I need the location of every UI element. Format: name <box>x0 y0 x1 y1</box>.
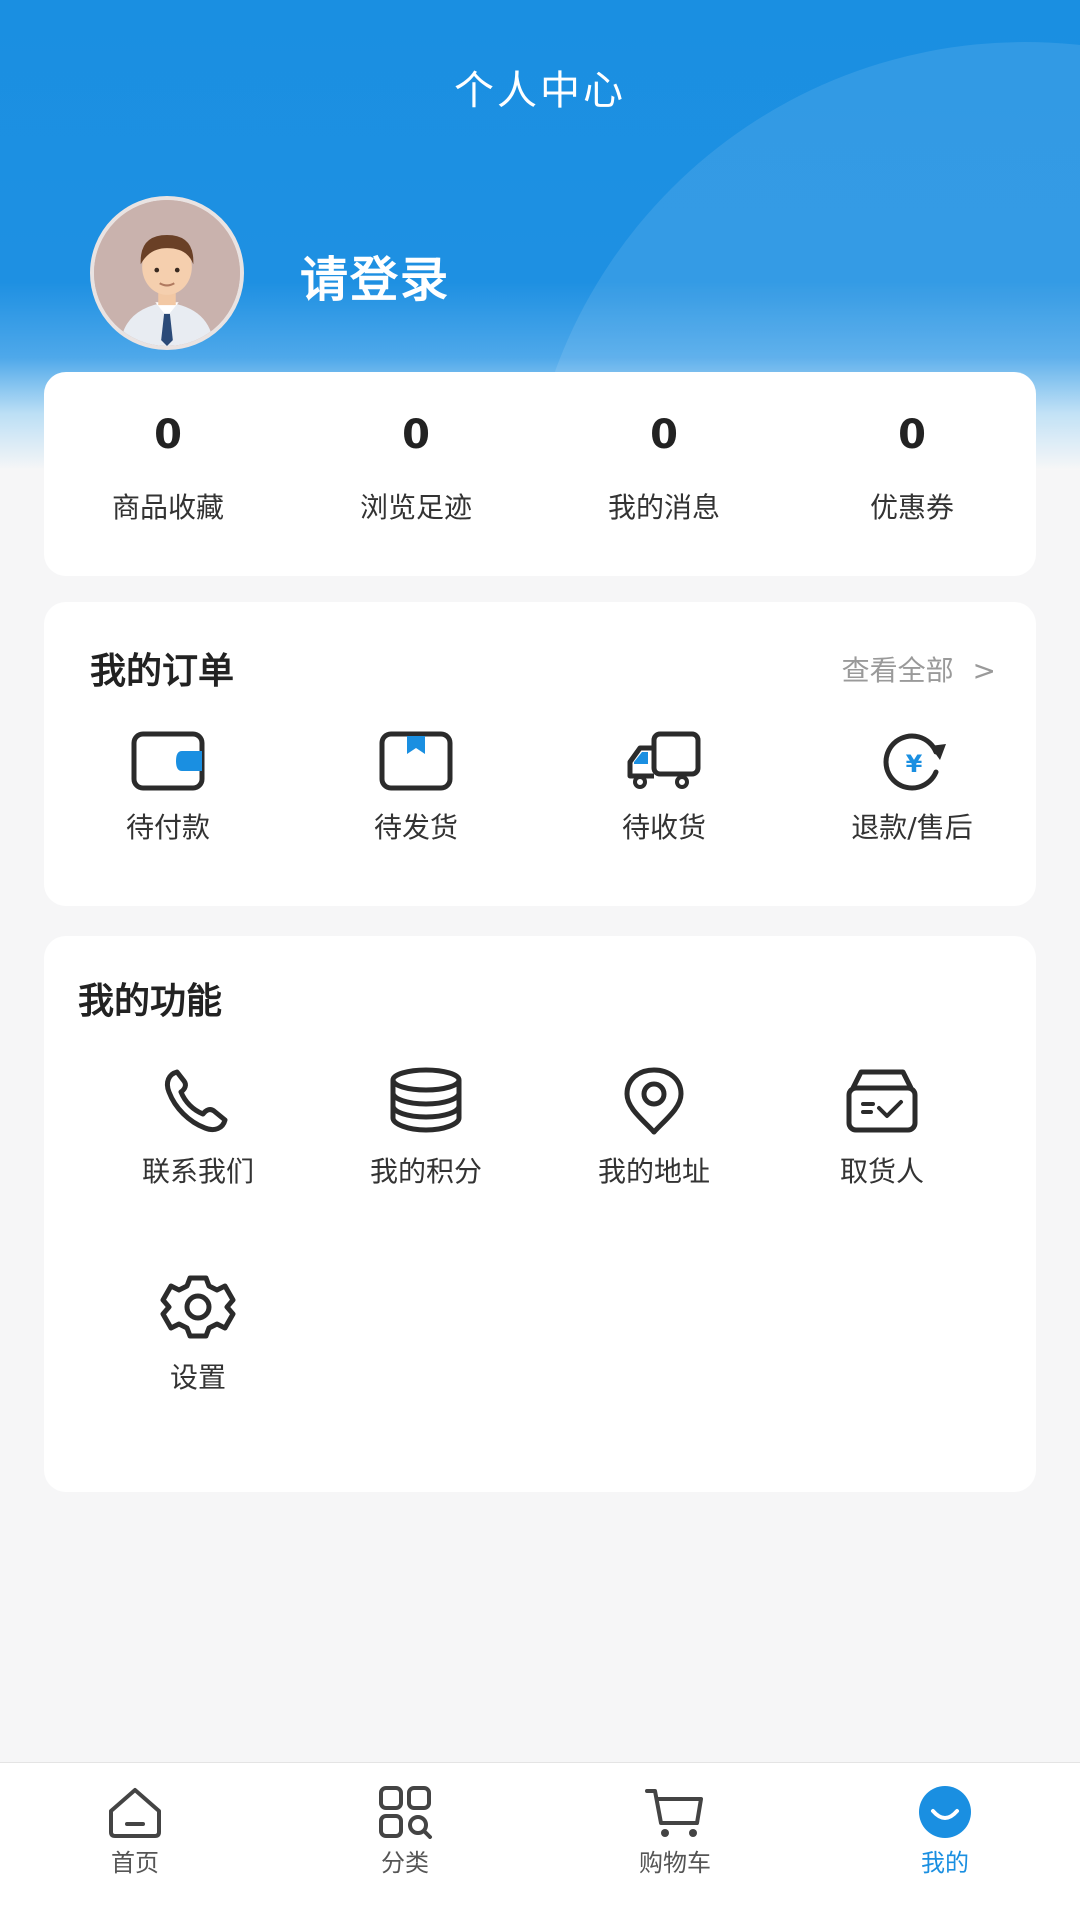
bottom-tab-bar: 首页 分类 购物车 我的 <box>0 1762 1080 1920</box>
stat-label: 浏览足迹 <box>359 491 472 524</box>
home-icon <box>109 1788 161 1838</box>
refund-icon: ¥ <box>883 733 946 791</box>
grid-icon <box>379 1786 432 1839</box>
stat-value: 0 <box>898 412 926 458</box>
function-settings-label: 设置 <box>169 1361 226 1394</box>
stat-label: 商品收藏 <box>111 491 224 524</box>
functions-title: 我的功能 <box>78 981 223 1022</box>
stat-messages[interactable]: 0 我的消息 <box>540 372 788 576</box>
coins-icon <box>390 1067 462 1133</box>
function-pickup-person-label: 取货人 <box>839 1155 924 1188</box>
function-contact-us-label: 联系我们 <box>141 1155 254 1188</box>
order-pending-payment-label: 待付款 <box>125 811 210 844</box>
stat-value: 0 <box>650 412 678 458</box>
function-address-label: 我的地址 <box>597 1155 710 1188</box>
functions-row-1: 联系我们 我的积分 我的地址 取货人 <box>44 1066 1036 1190</box>
function-settings[interactable]: 设置 <box>84 1272 312 1396</box>
order-pending-shipment-label: 待发货 <box>373 811 458 844</box>
stat-coupons[interactable]: 0 优惠券 <box>788 372 1036 576</box>
tab-category-label: 分类 <box>381 1849 429 1877</box>
orders-card: 我的订单 查看全部 > 待付款 待发货 待收货 ¥ 退款/售后 <box>44 602 1036 906</box>
tab-cart-label: 购物车 <box>639 1849 711 1877</box>
order-pending-receipt[interactable]: 待收货 <box>540 730 788 846</box>
functions-row-2: 设置 <box>44 1272 1036 1396</box>
stat-label: 我的消息 <box>607 491 720 524</box>
orders-title: 我的订单 <box>90 651 235 692</box>
avatar[interactable] <box>90 196 244 350</box>
order-status-row: 待付款 待发货 待收货 ¥ 退款/售后 <box>44 730 1036 846</box>
view-all-label: 查看全部 <box>841 654 954 687</box>
svg-text:¥: ¥ <box>906 750 923 778</box>
view-all-orders-link[interactable]: 查看全部 > <box>842 649 996 689</box>
stat-value: 0 <box>154 412 182 458</box>
function-points[interactable]: 我的积分 <box>312 1066 540 1190</box>
page-title: 个人中心 <box>454 68 626 114</box>
tab-cart[interactable]: 购物车 <box>540 1763 810 1920</box>
stats-card: 0 商品收藏 0 浏览足迹 0 我的消息 0 优惠券 <box>44 372 1036 576</box>
order-refund[interactable]: ¥ 退款/售后 <box>788 730 1036 846</box>
user-avatar-icon <box>94 200 240 346</box>
stat-label: 优惠券 <box>869 491 954 524</box>
truck-icon <box>627 731 701 789</box>
function-contact-us[interactable]: 联系我们 <box>84 1066 312 1190</box>
cart-icon <box>645 1789 703 1837</box>
order-pending-receipt-label: 待收货 <box>621 811 706 844</box>
function-points-label: 我的积分 <box>369 1155 482 1188</box>
tab-home[interactable]: 首页 <box>0 1763 270 1920</box>
tab-profile[interactable]: 我的 <box>810 1763 1080 1920</box>
functions-card: 我的功能 联系我们 我的积分 我的地址 取货人 设置 <box>44 936 1036 1492</box>
box-icon <box>379 731 453 791</box>
order-refund-label: 退款/售后 <box>851 811 973 844</box>
stat-favorites[interactable]: 0 商品收藏 <box>44 372 292 576</box>
profile-smile-icon <box>919 1786 971 1838</box>
wallet-icon <box>131 731 205 791</box>
function-pickup-person[interactable]: 取货人 <box>768 1066 996 1190</box>
chevron-right-icon: > <box>972 654 996 687</box>
order-pending-shipment[interactable]: 待发货 <box>292 730 540 846</box>
gear-icon <box>160 1275 236 1339</box>
tab-profile-label: 我的 <box>921 1849 969 1877</box>
location-pin-icon <box>624 1067 684 1135</box>
stat-value: 0 <box>402 412 430 458</box>
phone-icon <box>164 1069 228 1133</box>
function-address[interactable]: 我的地址 <box>540 1066 768 1190</box>
tab-home-label: 首页 <box>111 1849 159 1877</box>
stat-history[interactable]: 0 浏览足迹 <box>292 372 540 576</box>
order-pending-payment[interactable]: 待付款 <box>44 730 292 846</box>
inbox-check-icon <box>846 1069 918 1133</box>
tab-category[interactable]: 分类 <box>270 1763 540 1920</box>
login-prompt[interactable]: 请登录 <box>300 240 450 310</box>
